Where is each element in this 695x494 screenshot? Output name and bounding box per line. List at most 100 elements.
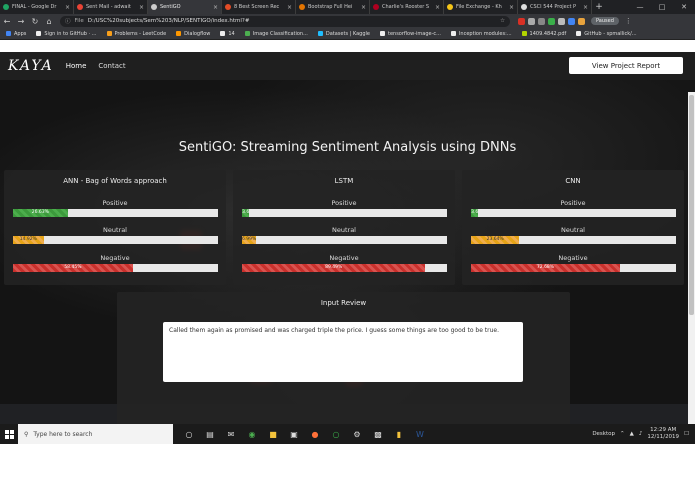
clock-date: 12/11/2019 <box>647 434 680 440</box>
progress-bar-track: 3.6 <box>242 209 447 217</box>
bookmark-favicon-icon <box>106 31 112 36</box>
mail-icon[interactable]: ✉ <box>223 426 239 442</box>
bookmark-label: 1409.4842.pdf <box>529 30 567 37</box>
terminal-icon[interactable]: ▩ <box>370 426 386 442</box>
bookmark-item[interactable]: Dialogflow <box>176 31 210 37</box>
nav-link-home[interactable]: Home <box>66 62 87 70</box>
progress-bar-fill: 58.45% <box>13 264 133 272</box>
tab-favicon-icon <box>521 4 527 10</box>
extension-icon[interactable] <box>518 17 525 25</box>
bookmark-favicon-icon <box>176 31 182 36</box>
model-panel: LSTM Positive 3.6 Neutral 6.99% Negative 89.49… <box>233 170 455 285</box>
extension-icon[interactable] <box>558 17 565 25</box>
bookmark-item[interactable]: Datasets | Kaggle <box>317 31 370 37</box>
volume-icon[interactable]: ♪ <box>639 431 643 437</box>
bookmark-item[interactable]: Problems - LeetCode <box>106 31 166 37</box>
tab-title: File Exchange - Kh <box>456 4 502 10</box>
clock[interactable]: 12:29 AM 12/11/2019 <box>647 427 679 441</box>
tab-close-icon[interactable]: × <box>139 4 144 11</box>
new-tab-button[interactable]: + <box>592 0 606 14</box>
tab-close-icon[interactable]: × <box>213 4 218 11</box>
bookmark-item[interactable]: Apps <box>6 31 26 37</box>
bookmark-item[interactable]: Sign in to GitHub · ... <box>36 31 97 37</box>
bookmark-item[interactable]: tensorflow-image-c... <box>379 31 441 37</box>
cortana-icon[interactable]: ○ <box>181 426 197 442</box>
bookmark-favicon-icon <box>220 31 226 36</box>
close-window-icon[interactable]: ✕ <box>673 0 695 14</box>
extension-icon[interactable] <box>578 17 585 25</box>
browser-tab[interactable]: SentiGO × <box>148 0 222 14</box>
browser-tab[interactable]: CSCI 544 Project P × <box>518 0 592 14</box>
progress-bar-track: 58.45% <box>13 264 218 272</box>
bookmark-item[interactable]: 1409.4842.pdf <box>521 30 567 37</box>
bookmark-item[interactable]: Inception modules:... <box>450 31 512 37</box>
progress-bar-fill: 89.49% <box>242 264 426 272</box>
menu-dots-icon[interactable]: ⋮ <box>625 17 632 25</box>
network-icon[interactable]: ▲ <box>630 431 634 437</box>
notes-icon[interactable]: ▮ <box>391 426 407 442</box>
progress-bar-track: 26.63% <box>13 209 218 217</box>
scrollbar-thumb[interactable] <box>689 95 694 315</box>
windows-start-icon[interactable] <box>0 424 18 444</box>
maximize-icon[interactable]: □ <box>651 0 673 14</box>
tab-close-icon[interactable]: × <box>65 4 70 11</box>
reload-icon[interactable]: ↻ <box>28 17 42 26</box>
profile-paused-badge[interactable]: Paused <box>591 17 619 25</box>
forward-arrow-icon[interactable]: → <box>14 17 28 26</box>
home-icon[interactable]: ⌂ <box>42 17 56 26</box>
browser-tab[interactable]: File Exchange - Kh × <box>444 0 518 14</box>
url-input[interactable]: ⓘ File D:/USC%20subjects/Sem%203/NLP/SEN… <box>60 15 510 27</box>
tab-close-icon[interactable]: × <box>361 4 366 11</box>
sentiment-label: Positive <box>560 199 586 207</box>
store-icon[interactable]: ▣ <box>286 426 302 442</box>
tab-close-icon[interactable]: × <box>287 4 292 11</box>
progress-bar-track: 3.6 <box>471 209 676 217</box>
desktop-label[interactable]: Desktop <box>592 431 615 437</box>
tab-favicon-icon <box>225 4 231 10</box>
browser-tab[interactable]: Sent Mail - adwait × <box>74 0 148 14</box>
browser-tab[interactable]: 8 Best Screen Rec × <box>222 0 296 14</box>
back-arrow-icon[interactable]: ← <box>0 17 14 26</box>
file-explorer-icon[interactable]: ■ <box>265 426 281 442</box>
bookmark-favicon-icon <box>521 31 527 36</box>
bookmark-item[interactable]: 14 <box>220 31 235 37</box>
chrome-icon[interactable]: ◉ <box>244 426 260 442</box>
nav-link-contact[interactable]: Contact <box>98 62 125 70</box>
input-review-panel: Input Review Called them again as promis… <box>117 292 570 427</box>
firefox-icon[interactable]: ● <box>307 426 323 442</box>
settings-gear-icon[interactable]: ⚙ <box>349 426 365 442</box>
progress-bar-fill: 23.64% <box>471 236 520 244</box>
bookmark-favicon-icon <box>36 31 42 36</box>
bookmark-item[interactable]: GitHub - spmallick/... <box>576 31 637 37</box>
task-view-icon[interactable]: ▤ <box>202 426 218 442</box>
chevron-up-icon[interactable]: ⌃ <box>620 431 625 437</box>
extensions <box>518 17 585 25</box>
progress-bar-fill: 14.92% <box>13 236 44 244</box>
tab-close-icon[interactable]: × <box>435 4 440 11</box>
bookmark-item[interactable]: Image Classification... <box>244 31 308 37</box>
word-icon[interactable]: W <box>412 426 428 442</box>
notification-icon[interactable]: ☐ <box>684 431 689 437</box>
browser-tab[interactable]: Charlie's Rooster S × <box>370 0 444 14</box>
review-textarea[interactable]: Called them again as promised and was ch… <box>163 322 523 382</box>
bookmark-star-icon[interactable]: ☆ <box>500 18 505 24</box>
system-tray: Desktop ⌃ ▲ ♪ 12:29 AM 12/11/2019 ☐ <box>592 427 695 441</box>
taskbar-search-input[interactable]: ⚲ Type here to search <box>18 424 173 444</box>
extension-icon[interactable] <box>568 17 575 25</box>
extension-icon[interactable] <box>528 17 535 25</box>
extension-icon[interactable] <box>548 17 555 25</box>
sentiment-label: Negative <box>329 254 359 262</box>
browser-tab[interactable]: Bootstrap Full Hei × <box>296 0 370 14</box>
app-icon[interactable]: ○ <box>328 426 344 442</box>
tab-close-icon[interactable]: × <box>583 4 588 11</box>
minimize-icon[interactable]: — <box>629 0 651 14</box>
tab-title: 8 Best Screen Rec <box>234 4 280 10</box>
brand-logo[interactable]: KAYA <box>8 58 54 74</box>
page-scrollbar[interactable] <box>688 92 695 424</box>
browser-tab[interactable]: FINAL - Google Dr × <box>0 0 74 14</box>
extension-icon[interactable] <box>538 17 545 25</box>
tab-close-icon[interactable]: × <box>509 4 514 11</box>
tab-title: FINAL - Google Dr <box>12 4 57 10</box>
tab-title: SentiGO <box>160 4 181 10</box>
view-project-report-button[interactable]: View Project Report <box>569 57 683 74</box>
